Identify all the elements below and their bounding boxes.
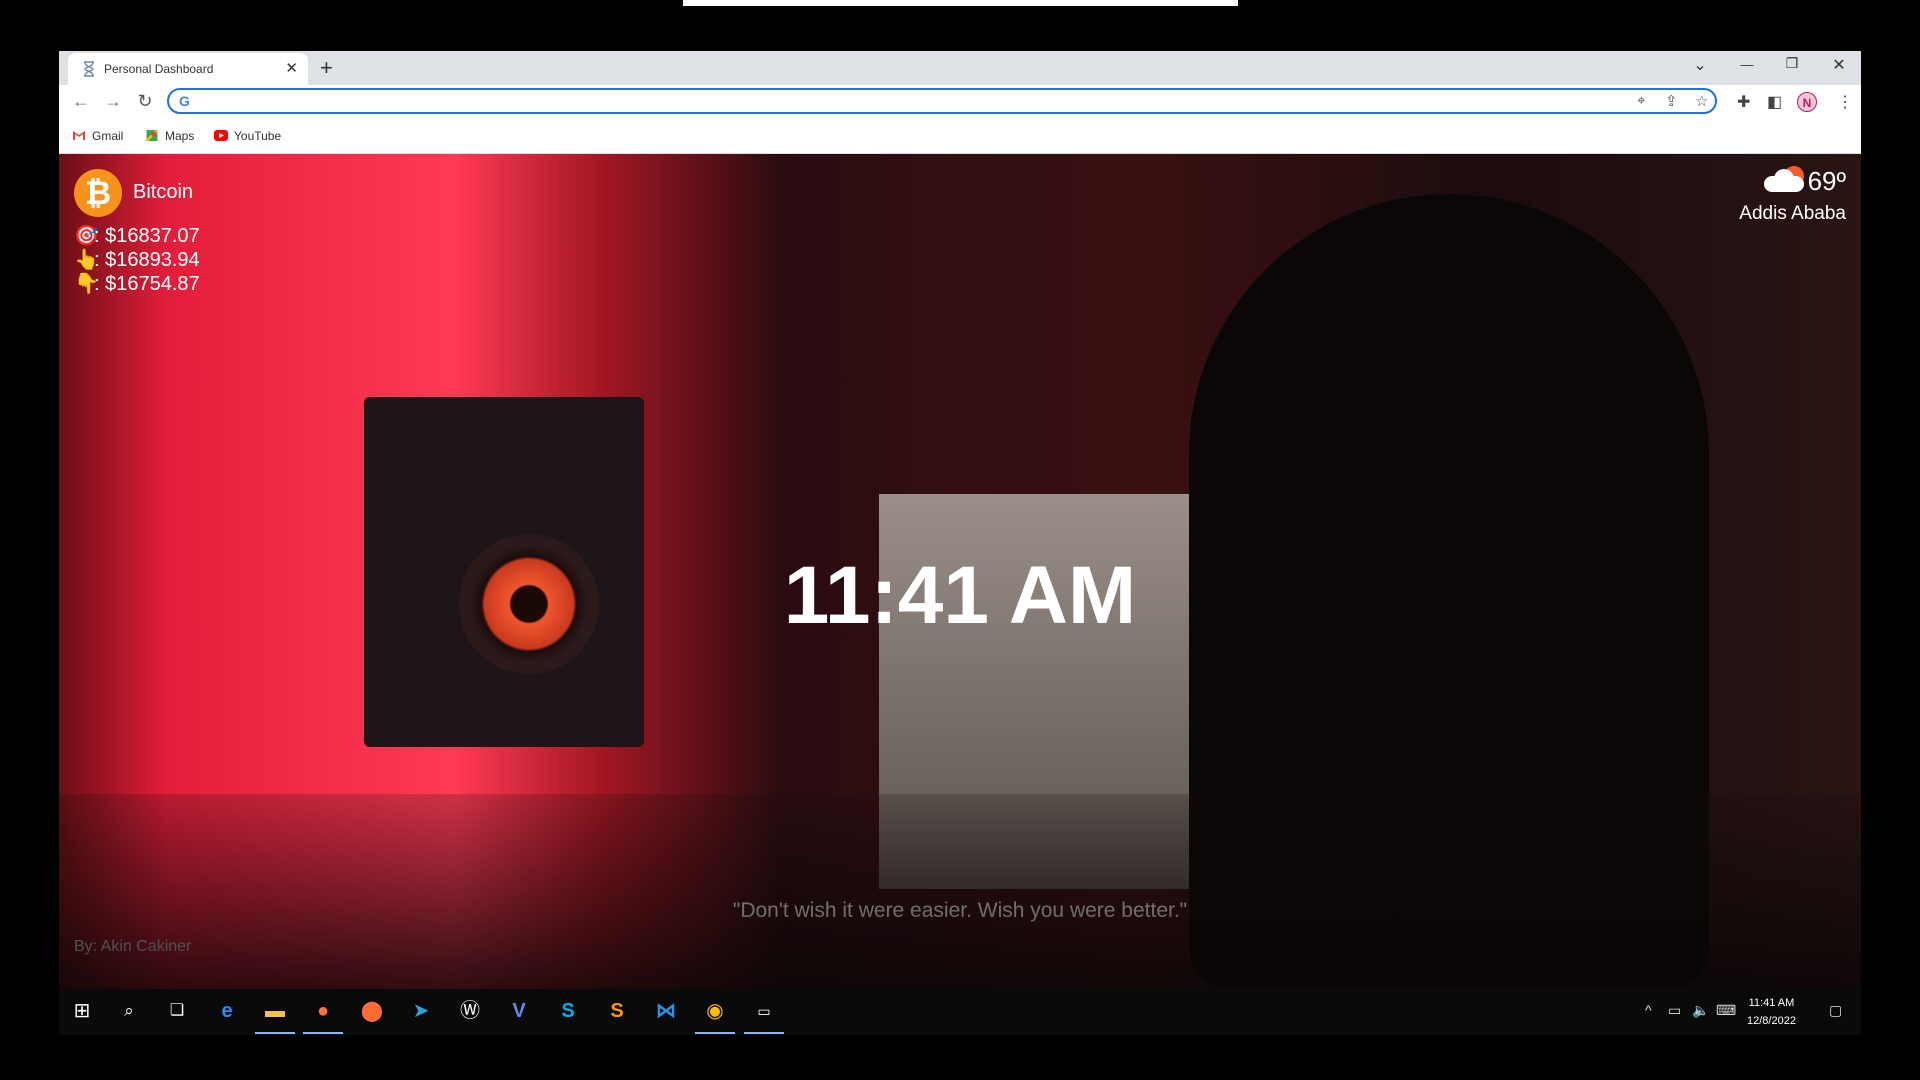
close-window-button[interactable]: ✕: [1827, 55, 1851, 75]
profile-avatar[interactable]: N: [1797, 92, 1817, 112]
crypto-name: Bitcoin: [133, 181, 194, 203]
photo-author: By: Akin Cakiner: [74, 938, 192, 955]
menu-icon[interactable]: ⋮: [1837, 92, 1853, 112]
taskbar: ⊞ ⌕ ❏ e ▬ ● ⬤ ➤ Ⓦ V S S ⋈ ◉ ▭ ^ ▭ 🔈 ⌨ 11…: [59, 989, 1861, 1035]
top-strip: [683, 0, 1238, 6]
weather-widget: 69º Addis Ababa: [1739, 166, 1846, 225]
toolbar: ← → ↻ G ⌖ ⇪ ☆ ✚ ◧ N ⋮: [59, 85, 1861, 119]
tab-personal-dashboard[interactable]: Personal Dashboard ✕: [68, 53, 308, 85]
google-icon: G: [179, 93, 190, 109]
pointing-up-icon: 👆: [74, 249, 99, 271]
bitcoin-icon: ₿: [74, 169, 122, 217]
partly-cloudy-icon: [1763, 166, 1808, 192]
vscode-v-icon[interactable]: V: [505, 997, 533, 1025]
youtube-icon: [214, 130, 228, 141]
tray-date: 12/8/2022: [1747, 1015, 1796, 1027]
address-bar[interactable]: G ⌖ ⇪ ☆: [167, 88, 1717, 114]
crypto-high: : $16893.94: [94, 249, 200, 271]
bookmark-gmail[interactable]: Gmail: [72, 129, 123, 143]
back-icon[interactable]: ←: [70, 91, 92, 112]
tray-overflow-icon[interactable]: ^: [1645, 1002, 1652, 1018]
network-icon[interactable]: ▭: [1668, 1002, 1681, 1019]
tab-search-icon[interactable]: ⌄: [1688, 55, 1712, 75]
bookmark-label: Maps: [165, 129, 195, 143]
weather-temp: 69º: [1807, 166, 1846, 196]
crypto-low-row: 👇: $16754.87: [74, 271, 200, 296]
crypto-current: : $16837.07: [94, 225, 200, 247]
sublime-icon[interactable]: S: [603, 997, 631, 1025]
task-view-icon[interactable]: ❏: [163, 997, 191, 1025]
app-w-icon[interactable]: Ⓦ: [456, 997, 484, 1025]
tab-bar: Personal Dashboard ✕ + ⌄ — ❐ ✕: [59, 51, 1861, 85]
pointing-down-icon: 👇: [74, 273, 99, 295]
side-panel-icon[interactable]: ◧: [1767, 92, 1782, 112]
keyboard-icon[interactable]: ⌨: [1716, 1002, 1736, 1019]
maps-icon: [145, 130, 159, 141]
chrome-icon[interactable]: ◉: [701, 997, 729, 1025]
weather-temp-row: 69º: [1739, 166, 1846, 197]
weather-city: Addis Ababa: [1739, 203, 1846, 224]
crypto-high-row: 👆: $16893.94: [74, 247, 200, 272]
hourglass-icon: [84, 61, 94, 77]
start-icon[interactable]: ⊞: [68, 997, 96, 1025]
clock: 11:41 AM: [783, 550, 1137, 641]
edge-icon[interactable]: e: [213, 997, 241, 1025]
volume-icon[interactable]: 🔈: [1692, 1002, 1709, 1019]
tray-time: 11:41 AM: [1748, 997, 1795, 1009]
new-tab-button[interactable]: +: [320, 55, 333, 81]
bookmark-youtube[interactable]: YouTube: [214, 129, 281, 143]
minimize-button[interactable]: —: [1735, 57, 1759, 72]
notifications-icon[interactable]: ▢: [1829, 1002, 1842, 1019]
bookmark-maps[interactable]: Maps: [145, 129, 194, 143]
tab-title: Personal Dashboard: [104, 62, 214, 76]
firefox-icon[interactable]: ●: [309, 997, 337, 1025]
extensions-icon[interactable]: ✚: [1737, 92, 1750, 112]
bookmark-star-icon[interactable]: ☆: [1695, 92, 1708, 110]
bookmark-label: YouTube: [234, 129, 282, 143]
crypto-low: : $16754.87: [94, 273, 200, 295]
gmail-icon: [73, 131, 85, 140]
bookmarks-bar: Gmail Maps YouTube: [59, 119, 1861, 154]
crypto-current-row: 🎯: $16837.07: [74, 223, 200, 248]
skype-icon[interactable]: S: [554, 997, 582, 1025]
bookmark-label: Gmail: [92, 129, 124, 143]
screen: Personal Dashboard ✕ + ⌄ — ❐ ✕ ← → ↻ G ⌖…: [59, 51, 1861, 1080]
close-tab-icon[interactable]: ✕: [285, 59, 298, 77]
reload-icon[interactable]: ↻: [134, 91, 156, 112]
target-icon: 🎯: [74, 225, 99, 247]
telegram-icon[interactable]: ➤: [407, 997, 435, 1025]
firefox-indicator: [303, 1032, 343, 1034]
vscode-icon[interactable]: ⋈: [652, 997, 680, 1025]
file-explorer-indicator: [255, 1032, 295, 1034]
quote: "Don't wish it were easier. Wish you wer…: [732, 899, 1188, 922]
chrome-indicator: [695, 1032, 735, 1034]
search-icon[interactable]: ⌕: [115, 997, 143, 1025]
postman-icon[interactable]: ⬤: [358, 997, 386, 1025]
restore-button[interactable]: ❐: [1780, 55, 1804, 72]
terminal-icon[interactable]: ▭: [750, 997, 778, 1025]
file-explorer-icon[interactable]: ▬: [261, 997, 289, 1025]
tray-clock[interactable]: 11:41 AM 12/8/2022: [1747, 994, 1796, 1030]
dashboard-page: ₿ Bitcoin 🎯: $16837.07 👆: $16893.94 👇: $…: [59, 154, 1861, 989]
location-icon[interactable]: ⌖: [1637, 92, 1645, 109]
forward-icon[interactable]: →: [102, 91, 124, 112]
terminal-indicator: [744, 1032, 784, 1034]
share-icon[interactable]: ⇪: [1665, 92, 1678, 110]
